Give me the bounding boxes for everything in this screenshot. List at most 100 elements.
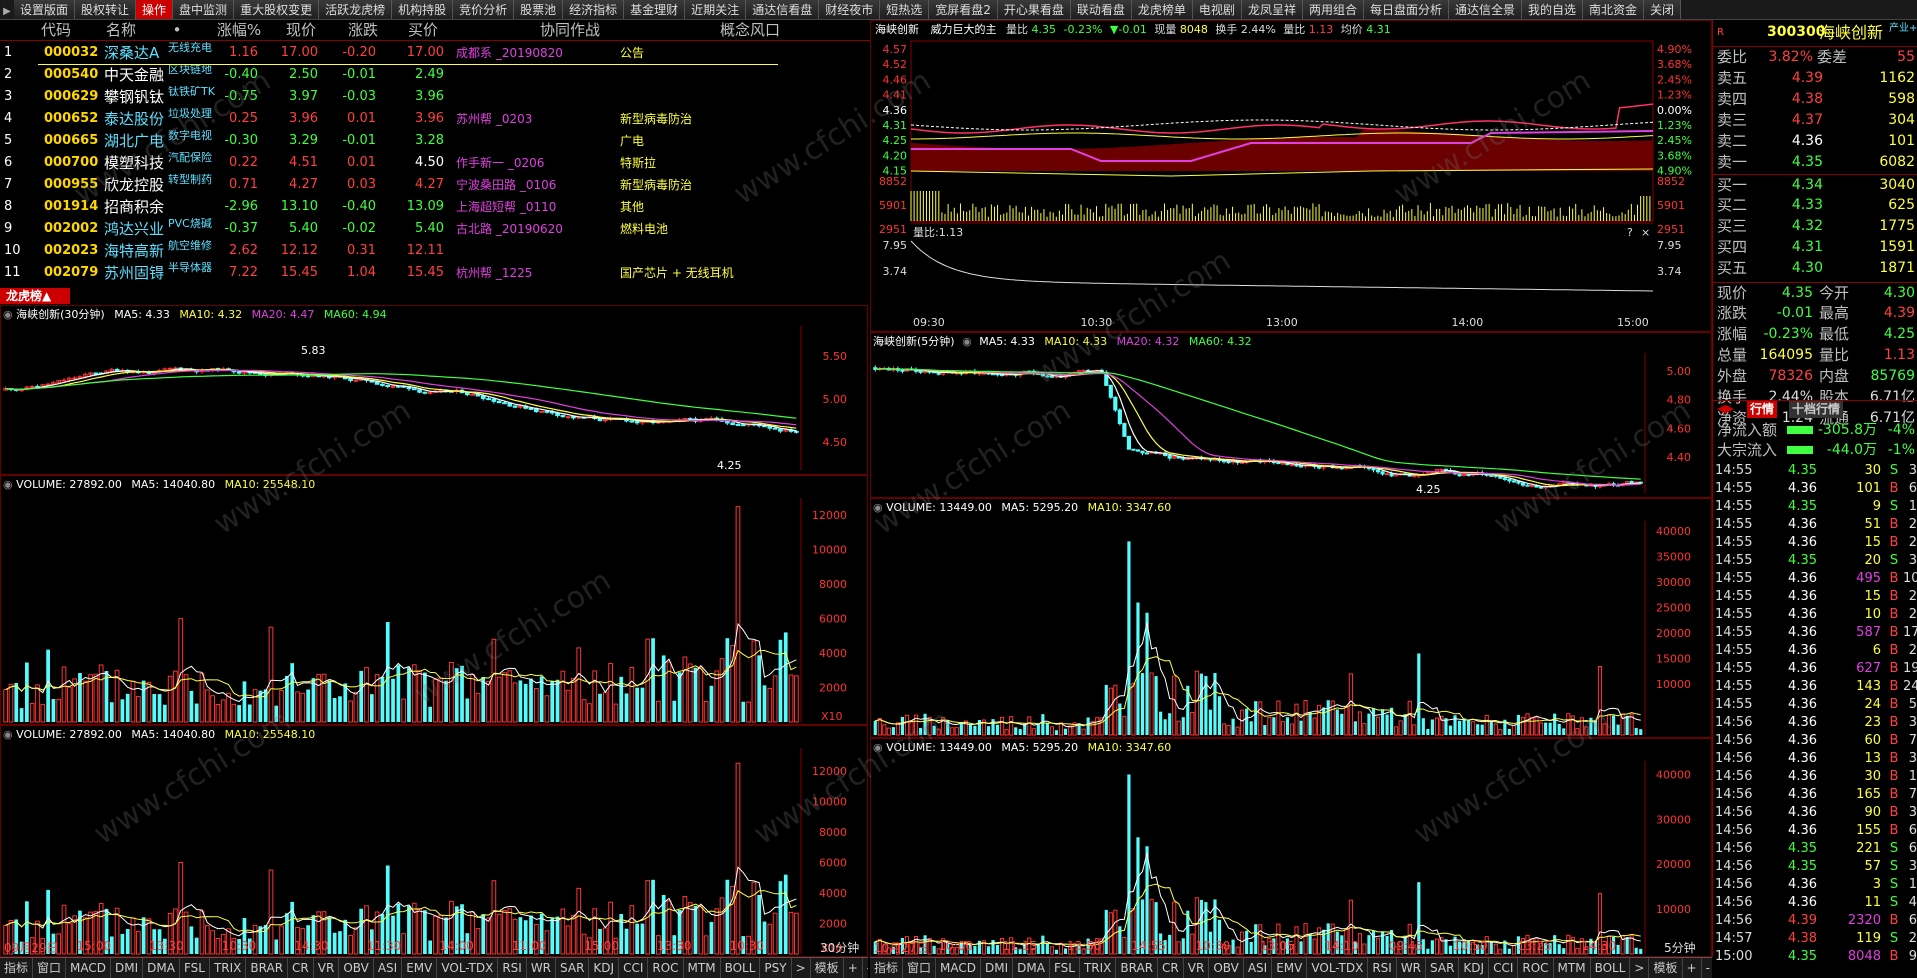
column-header[interactable]: 协同作战: [520, 20, 620, 41]
indicator-tab[interactable]: WR: [1397, 958, 1427, 978]
indicator-tab[interactable]: FSL: [180, 958, 210, 978]
top-tab[interactable]: 活跃龙虎榜: [319, 0, 393, 19]
indicator-tab[interactable]: DMA: [143, 958, 180, 978]
top-tab[interactable]: 竞价分析: [453, 0, 515, 19]
top-tab[interactable]: 宽屏看盘2: [929, 0, 998, 19]
indicator-tab[interactable]: KDJ: [1459, 958, 1490, 978]
indicator-tab[interactable]: 窗口: [903, 958, 937, 978]
indicator-tab[interactable]: SAR: [556, 958, 590, 978]
table-row[interactable]: 1 000032 深桑达A 无线充电 1.16 17.00 -0.20 17.00 成都系 _2…: [0, 42, 870, 64]
indicator-tab[interactable]: SAR: [1426, 958, 1460, 978]
indicator-tab[interactable]: RSI: [1368, 958, 1397, 978]
ask-row[interactable]: 卖四 4.38 598: [1713, 89, 1917, 110]
top-tab[interactable]: 每日盘面分析: [1363, 0, 1449, 19]
column-header[interactable]: 涨跌: [338, 20, 388, 41]
close-icon[interactable]: ×: [1641, 226, 1650, 239]
indicator-tab[interactable]: -: [1702, 958, 1712, 978]
bid-row[interactable]: 买五 4.30 1871: [1713, 258, 1917, 279]
indicator-tab[interactable]: 模板: [811, 958, 844, 978]
table-row[interactable]: 3 000629 攀钢钒钛 钛铁矿TK -0.75 3.97 -0.03 3.96: [0, 86, 870, 108]
indicator-tab[interactable]: -: [863, 958, 868, 978]
indicator-tab[interactable]: CR: [288, 958, 314, 978]
top-tab[interactable]: 电视剧: [1192, 0, 1242, 19]
indicator-tab[interactable]: +: [844, 958, 863, 978]
top-tab[interactable]: 盘中监测: [173, 0, 235, 19]
indicator-tab[interactable]: EMV: [402, 958, 438, 978]
indicator-tab[interactable]: DMA: [1013, 958, 1050, 978]
table-row[interactable]: 10 002023 海特高新 航空维修 2.62 12.12 0.31 12.11: [0, 240, 870, 262]
indicator-tab[interactable]: >: [1630, 958, 1650, 978]
indicator-tab[interactable]: BOLL: [721, 958, 761, 978]
indicator-tab[interactable]: KDJ: [589, 958, 620, 978]
indicator-tab[interactable]: 模板: [1649, 958, 1683, 978]
indicator-tab[interactable]: BRAR: [246, 958, 289, 978]
indicator-tab[interactable]: ASI: [1244, 958, 1273, 978]
top-tab[interactable]: 关闭: [1644, 0, 1682, 19]
top-tab[interactable]: 财经夜市: [819, 0, 881, 19]
quote-tab[interactable]: 十档行情: [1789, 401, 1844, 418]
top-tab[interactable]: 南北资金: [1583, 0, 1645, 19]
indicator-tab[interactable]: ASI: [374, 958, 403, 978]
indicator-tab[interactable]: MTM: [1554, 958, 1591, 978]
top-tab[interactable]: 经济指标: [563, 0, 625, 19]
ask-row[interactable]: 卖三 4.37 304: [1713, 110, 1917, 131]
top-tab[interactable]: 开心果看盘: [997, 0, 1071, 19]
ask-row[interactable]: 卖五 4.39 1162: [1713, 68, 1917, 89]
indicator-tab[interactable]: DMI: [981, 958, 1014, 978]
indicator-tab[interactable]: PSY: [760, 958, 792, 978]
indicator-tab[interactable]: EMV: [1272, 958, 1308, 978]
indicator-tab[interactable]: +: [1683, 958, 1702, 978]
dragon-tiger-tab[interactable]: 龙虎榜▲: [0, 288, 70, 304]
indicator-tab[interactable]: VR: [1184, 958, 1210, 978]
top-tab[interactable]: 短热选: [880, 0, 930, 19]
indicator-tab[interactable]: TRIX: [1080, 958, 1117, 978]
top-tab[interactable]: 操作: [136, 0, 174, 19]
table-row[interactable]: 2 000540 中天金融 区块链地 -0.40 2.50 -0.01 2.49: [0, 64, 870, 86]
indicator-tab[interactable]: CCI: [1489, 958, 1519, 978]
top-tab[interactable]: 我的自选: [1522, 0, 1584, 19]
column-header[interactable]: 代码: [30, 20, 82, 41]
help-icon[interactable]: ?: [1627, 226, 1633, 239]
top-tab[interactable]: 基金理财: [624, 0, 686, 19]
indicator-tab[interactable]: 指标: [870, 958, 904, 978]
table-row[interactable]: 11 002079 苏州固锝 半导体器 7.22 15.45 1.04 15.45 杭州帮 _1…: [0, 262, 870, 284]
column-header[interactable]: 概念风口: [700, 20, 800, 41]
top-tab[interactable]: 股票池: [514, 0, 564, 19]
indicator-tab[interactable]: VR: [314, 958, 340, 978]
indicator-tab[interactable]: MTM: [684, 958, 721, 978]
top-tab[interactable]: 龙凤呈祥: [1241, 0, 1303, 19]
indicator-tab[interactable]: VOL-TDX: [1307, 958, 1369, 978]
indicator-tab[interactable]: BOLL: [1591, 958, 1631, 978]
top-tab[interactable]: 股权转让: [75, 0, 137, 19]
indicator-tab[interactable]: VOL-TDX: [437, 958, 499, 978]
quote-tab[interactable]: 行情: [1747, 401, 1778, 418]
indicator-tab[interactable]: DMI: [111, 958, 144, 978]
top-tab[interactable]: 龙虎榜单: [1131, 0, 1193, 19]
table-row[interactable]: 7 000955 欣龙控股 转型制药 0.71 4.27 0.03 4.27 宁波桑田路 _01…: [0, 174, 870, 196]
top-tab[interactable]: 联动看盘: [1070, 0, 1132, 19]
indicator-tab[interactable]: CCI: [619, 958, 649, 978]
top-tab[interactable]: 通达信看盘: [746, 0, 820, 19]
indicator-tab[interactable]: BRAR: [1116, 958, 1159, 978]
column-header[interactable]: 名称: [86, 20, 156, 41]
bid-row[interactable]: 买二 4.33 625: [1713, 195, 1917, 216]
tab-scroll-left-icon[interactable]: ▶: [0, 2, 14, 19]
indicator-tab[interactable]: ROC: [648, 958, 684, 978]
table-row[interactable]: 5 000665 湖北广电 数字电视 -0.30 3.29 -0.01 3.28 广电: [0, 130, 870, 152]
bid-row[interactable]: 买四 4.31 1591: [1713, 237, 1917, 258]
indicator-tab[interactable]: RSI: [498, 958, 527, 978]
table-row[interactable]: 4 000652 泰达股份 垃圾处理 0.25 3.96 0.01 3.96 苏州帮 _0203…: [0, 108, 870, 130]
indicator-tab[interactable]: MACD: [66, 958, 112, 978]
top-tab[interactable]: 设置版面: [14, 0, 76, 19]
indicator-tab[interactable]: MACD: [936, 958, 982, 978]
column-header[interactable]: •: [168, 20, 186, 41]
top-tab[interactable]: 通达信全景: [1448, 0, 1522, 19]
indicator-tab[interactable]: OBV: [339, 958, 374, 978]
collapse-arrow-icon[interactable]: ◀▶: [1717, 402, 1734, 415]
indicator-tab[interactable]: OBV: [1209, 958, 1244, 978]
indicator-tab[interactable]: >: [792, 958, 811, 978]
bid-row[interactable]: 买三 4.32 1775: [1713, 216, 1917, 237]
column-header[interactable]: 涨幅%: [214, 20, 264, 41]
column-header[interactable]: 买价: [398, 20, 448, 41]
top-tab[interactable]: 两用组合: [1302, 0, 1364, 19]
